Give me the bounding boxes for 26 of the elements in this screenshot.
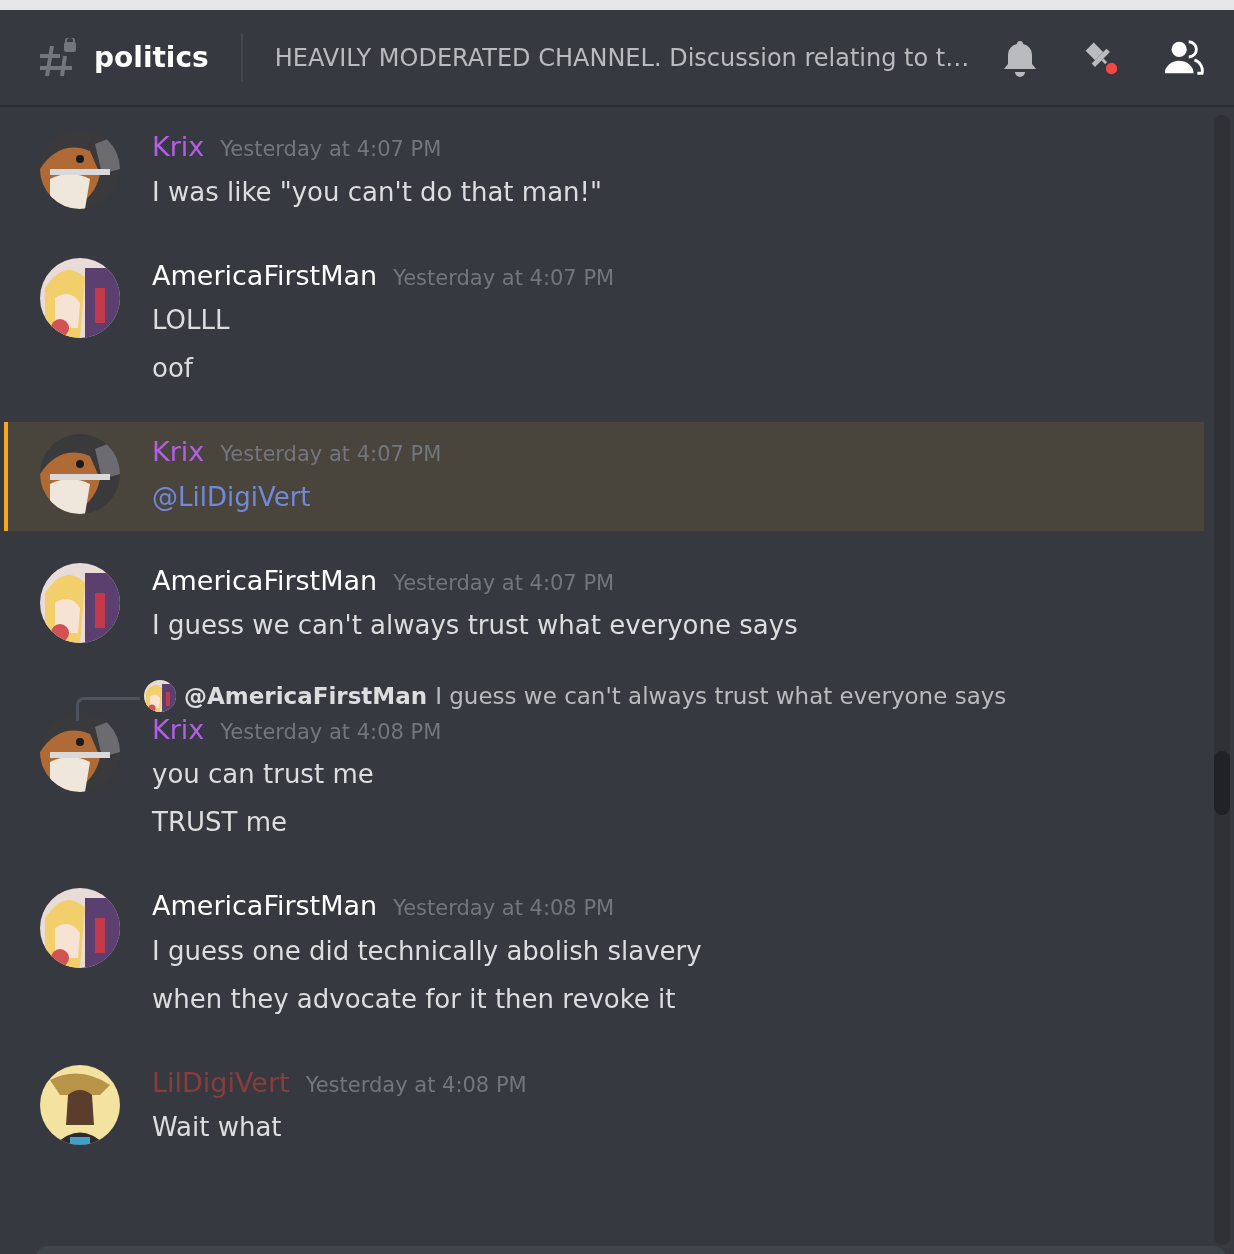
timestamp: Yesterday at 4:08 PM [305, 1071, 527, 1099]
reply-preview[interactable]: I guess we can't always trust what everyone says [435, 679, 1007, 714]
timestamp: Yesterday at 4:07 PM [393, 264, 615, 292]
username[interactable]: Krix [152, 127, 205, 168]
scrollbar[interactable] [1214, 115, 1230, 1245]
message-text: oof [152, 353, 193, 383]
hashtag-lock-icon [38, 37, 78, 78]
message-text: Wait what [152, 1112, 282, 1142]
username[interactable]: AmericaFirstMan [152, 886, 378, 927]
message-text: I was like "you can't do that man!" [152, 176, 602, 207]
timestamp: Yesterday at 4:07 PM [220, 136, 442, 163]
timestamp: Yesterday at 4:07 PM [393, 569, 615, 597]
message-text: TRUST me [152, 807, 287, 837]
timestamp: Yesterday at 4:08 PM [220, 718, 442, 746]
message-text: LOLLL [152, 305, 230, 335]
message-text: you can trust me [152, 759, 374, 789]
message-text: when they advocate for it then revoke it [152, 983, 676, 1014]
channel-name: politics [94, 39, 209, 76]
message-text: I guess one did technically abolish slavery [152, 935, 702, 966]
scrollbar-thumb[interactable] [1214, 751, 1230, 815]
timestamp: Yesterday at 4:08 PM [393, 895, 615, 922]
timestamp: Yesterday at 4:07 PM [220, 441, 442, 468]
username[interactable]: AmericaFirstMan [152, 255, 378, 296]
username[interactable]: AmericaFirstMan [152, 560, 378, 601]
message-text: I guess we can't always trust what everyone says [152, 610, 798, 640]
channel-topic: HEAVILY MODERATED CHANNEL. Discussion relating to t… [274, 42, 970, 74]
